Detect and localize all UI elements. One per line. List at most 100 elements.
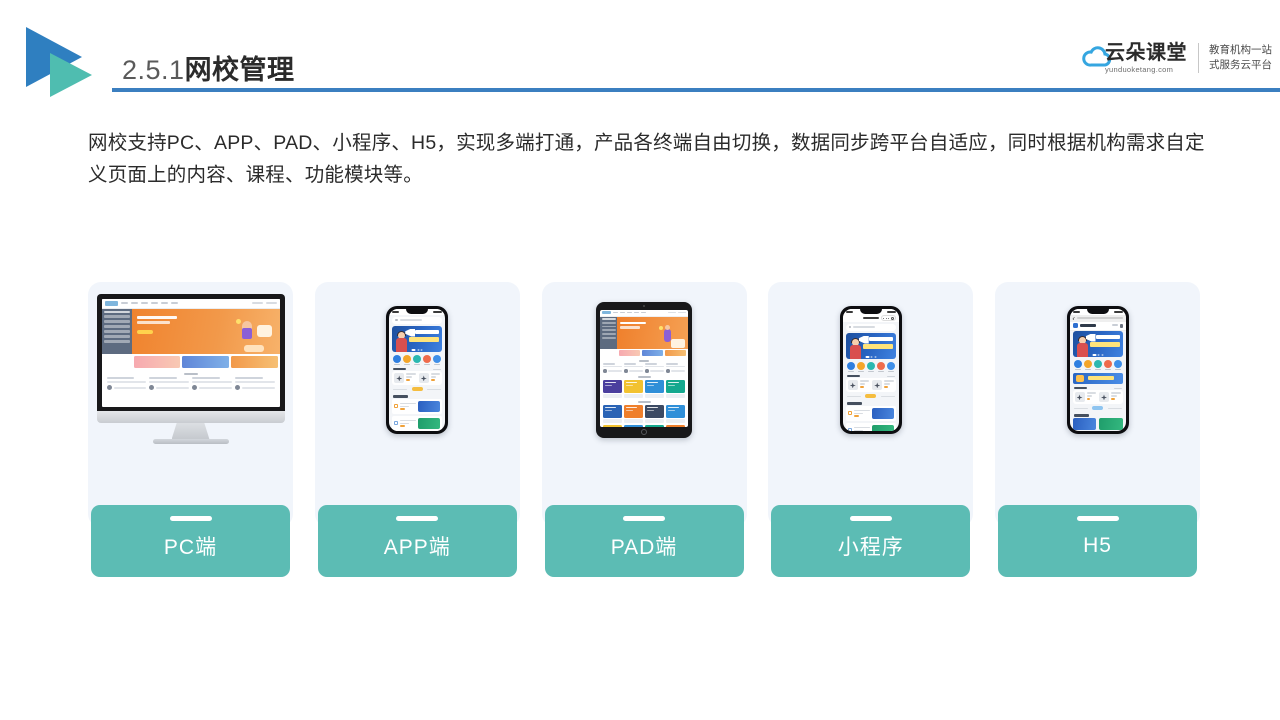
dot [870, 356, 873, 358]
bottom-banner [1099, 417, 1123, 430]
slide-header: 2.5.1网校管理 云朵课堂 yunduoketang.com 教育机构一站 式… [0, 0, 1280, 110]
course-sub [884, 383, 890, 386]
close-circle-icon [890, 316, 894, 320]
course-title [1086, 392, 1096, 395]
card-label: PAD端 [610, 535, 678, 559]
device-card-pad[interactable]: PAD端 [541, 282, 747, 577]
avatar [603, 369, 607, 373]
device-card-app[interactable]: APP端 [314, 282, 520, 577]
course-price [1086, 398, 1091, 401]
hero-headline [409, 329, 440, 342]
course-meta [192, 385, 232, 391]
promo-line [853, 409, 870, 412]
course-price [884, 386, 889, 389]
course-meta [666, 369, 685, 373]
course-list [392, 371, 443, 386]
promo-item [845, 405, 896, 421]
grid-caption [645, 393, 664, 398]
category-label [404, 363, 411, 366]
card-label: APP端 [383, 535, 451, 559]
banner-text [136, 315, 177, 335]
promo-line [400, 405, 410, 408]
promo-card [133, 355, 181, 368]
header-link [1111, 323, 1118, 326]
course-item [234, 377, 275, 391]
course-line [666, 365, 685, 368]
promo-text [853, 409, 870, 417]
section-title: 网校管理 [184, 55, 295, 85]
card-button-pc[interactable]: PC端 [91, 505, 290, 577]
web-nav-right [251, 301, 277, 305]
banner-headline [620, 321, 646, 325]
device-card-pc[interactable]: PC端 [88, 282, 293, 577]
menu-dot [885, 317, 887, 319]
course-sub [1086, 395, 1093, 398]
tag-badge [865, 394, 877, 399]
browser-address-bar[interactable] [1069, 314, 1126, 322]
device-card-miniapp[interactable]: 小程序 [768, 282, 974, 577]
art-blob [243, 344, 264, 352]
art-person [241, 320, 252, 339]
grid-caption [603, 393, 622, 398]
category-icon-row [389, 352, 445, 368]
promo-price [853, 415, 859, 417]
category-item [886, 361, 895, 373]
phone-notch [859, 308, 882, 314]
device-illustration-miniprogram [768, 282, 973, 457]
course-thumbnail [872, 380, 883, 391]
grid-thumb [666, 404, 685, 418]
course-thumbnail [418, 373, 429, 384]
nav-right [668, 311, 686, 314]
device-card-h5[interactable]: H5 [995, 282, 1200, 577]
device-card-row: PC端 APP端 PAD端 小程序 H5 [88, 282, 1200, 577]
course-meta-line [199, 386, 232, 389]
category-label [887, 370, 894, 373]
dot [865, 356, 870, 358]
course-line [603, 365, 622, 368]
category-item [1073, 359, 1082, 371]
status-time [1072, 310, 1080, 313]
course-item [872, 380, 894, 391]
nav-register [678, 311, 686, 314]
promo-item [845, 422, 896, 431]
search-placeholder [853, 326, 876, 328]
brand-tagline: 教育机构一站 式服务云平台 [1199, 43, 1272, 73]
grid-thumb [624, 404, 643, 418]
section-title-bar [639, 359, 649, 362]
course-line [234, 380, 275, 383]
grid-item [666, 404, 685, 423]
card-button-miniapp[interactable]: 小程序 [771, 505, 971, 577]
category-icon [423, 354, 432, 363]
banner-illustration [234, 318, 274, 352]
card-button-app[interactable]: APP端 [317, 505, 517, 577]
section-title [393, 368, 407, 371]
miniprogram-capsule-buttons[interactable] [880, 315, 897, 321]
user-avatar-icon [1119, 323, 1123, 328]
tablet-hero-banner [617, 316, 688, 349]
category-item [423, 354, 432, 366]
phone-notch [406, 308, 429, 314]
grid-thumb [624, 424, 643, 427]
tablet-sidebar-menu [600, 316, 617, 349]
course-title [624, 363, 637, 365]
course-thumbnail [847, 380, 858, 391]
card-button-pad[interactable]: PAD端 [544, 505, 744, 577]
web-hero [101, 308, 280, 354]
promo-line [853, 412, 863, 415]
section-title [846, 402, 862, 405]
course-line [192, 380, 232, 383]
back-arrow-icon[interactable] [1071, 316, 1076, 320]
h5-bottom-banners [1072, 417, 1123, 430]
promo-line [853, 429, 863, 431]
banner-headline [136, 315, 177, 319]
course-item [624, 363, 643, 373]
course-title [884, 380, 894, 383]
sidebar-item [601, 333, 616, 335]
device-illustration-desktop [88, 282, 293, 457]
tag-row [843, 392, 899, 400]
category-icon [403, 354, 412, 363]
grid-item [624, 379, 643, 398]
grid-item [645, 424, 664, 427]
grid-thumb [666, 379, 685, 393]
card-button-h5[interactable]: H5 [998, 505, 1197, 577]
